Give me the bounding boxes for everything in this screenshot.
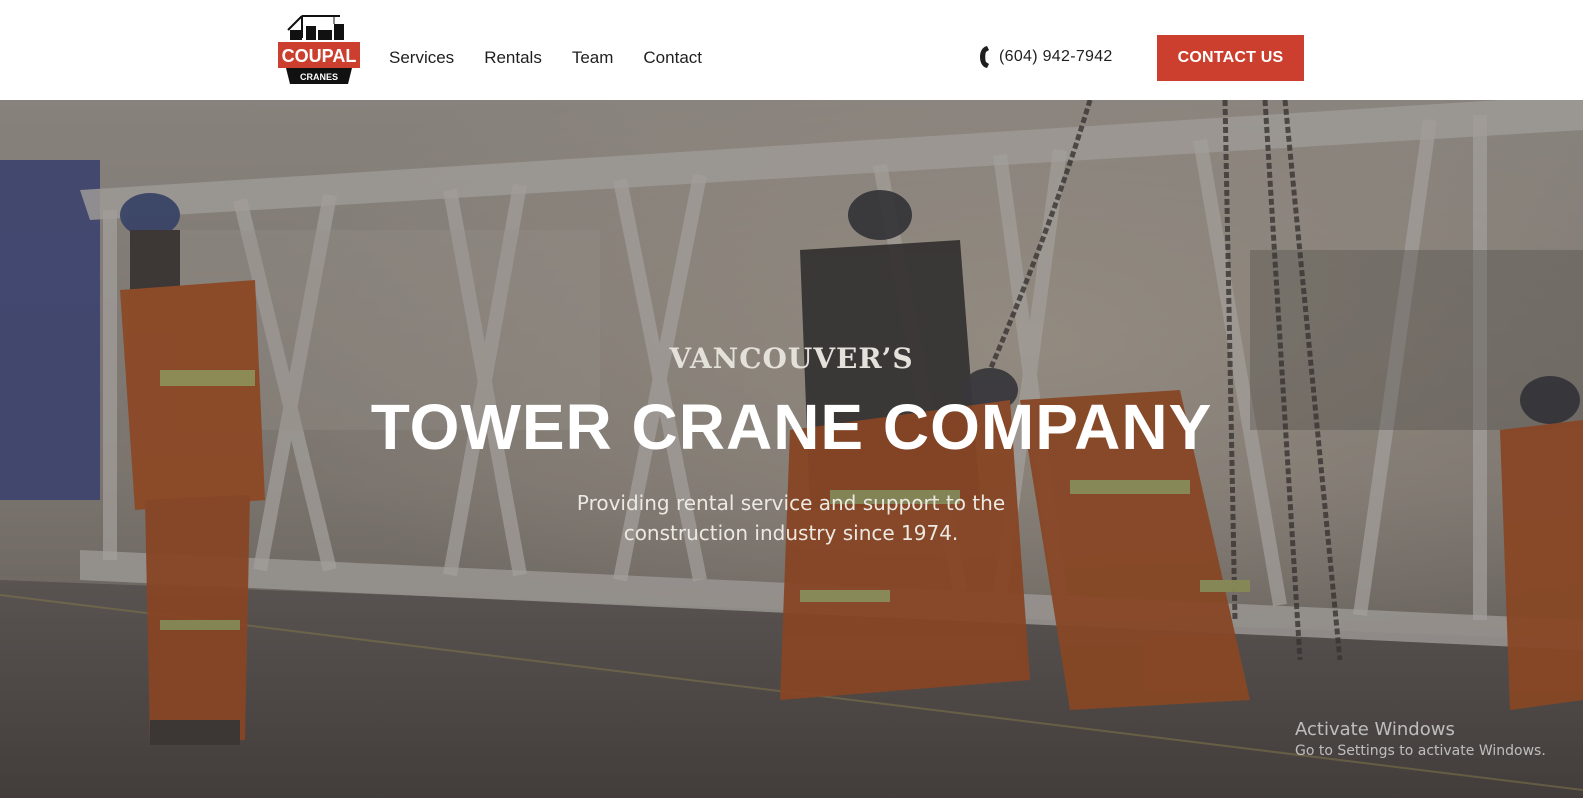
nav-contact[interactable]: Contact bbox=[643, 48, 702, 68]
svg-text:CRANES: CRANES bbox=[300, 72, 338, 82]
phone-number: (604) 942-7942 bbox=[999, 48, 1113, 65]
hero-subtitle-line-1: Providing rental service and support to … bbox=[576, 491, 1006, 515]
nav-team[interactable]: Team bbox=[572, 48, 614, 68]
hero-subtitle: Providing rental service and support to … bbox=[541, 488, 1041, 548]
hero-subtitle-line-2: construction industry since 1974. bbox=[623, 521, 959, 545]
hero-title: TOWER CRANE COMPANY bbox=[370, 391, 1213, 463]
main-nav: Services Rentals Team Contact bbox=[389, 48, 732, 68]
hero-section: VANCOUVER’S TOWER CRANE COMPANY Providin… bbox=[0, 100, 1583, 798]
phone-icon bbox=[980, 46, 989, 68]
activate-windows-watermark: Activate Windows Go to Settings to activ… bbox=[1295, 719, 1546, 759]
svg-text:COUPAL: COUPAL bbox=[282, 46, 357, 66]
company-logo[interactable]: COUPAL CRANES bbox=[278, 12, 360, 86]
coupal-cranes-logo: COUPAL CRANES bbox=[278, 15, 360, 84]
activate-windows-title: Activate Windows bbox=[1295, 719, 1455, 740]
activate-windows-subtitle: Go to Settings to activate Windows. bbox=[1295, 743, 1546, 759]
nav-services[interactable]: Services bbox=[389, 48, 454, 68]
site-header: COUPAL CRANES Services Rentals Team Cont… bbox=[0, 0, 1583, 100]
hero-kicker: VANCOUVER’S bbox=[669, 342, 914, 375]
nav-rentals[interactable]: Rentals bbox=[484, 48, 542, 68]
contact-us-button[interactable]: CONTACT US bbox=[1157, 35, 1304, 81]
phone-link[interactable]: (604) 942-7942 bbox=[978, 45, 1113, 69]
